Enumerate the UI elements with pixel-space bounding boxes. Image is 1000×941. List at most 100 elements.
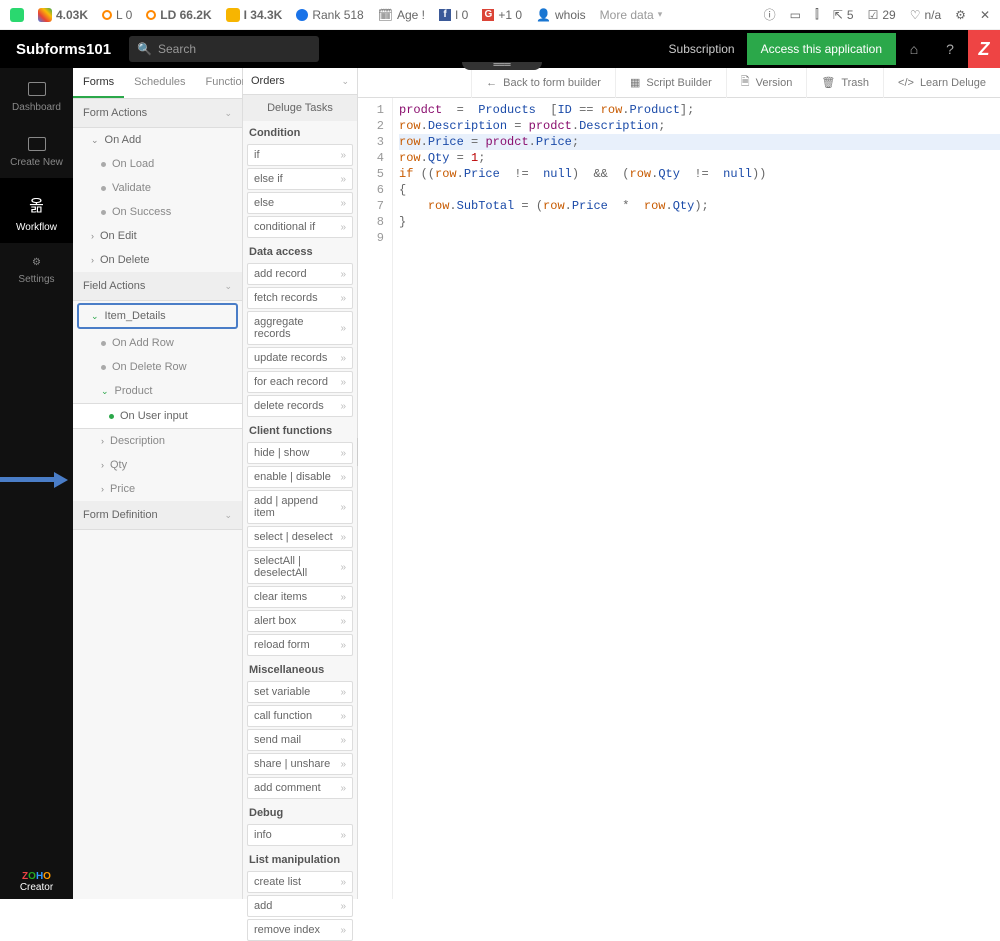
task-share-unshare[interactable]: share | unshare»	[247, 753, 353, 775]
dot-icon	[101, 365, 106, 370]
task-add[interactable]: add»	[247, 895, 353, 917]
task-conditional-if[interactable]: conditional if»	[247, 216, 353, 238]
task-add-record[interactable]: add record»	[247, 263, 353, 285]
task-selectAll-deselectAll[interactable]: selectAll | deselectAll»	[247, 550, 353, 584]
stats-icon[interactable]: ⫿	[815, 7, 819, 22]
trash-button[interactable]: 🗑Trash	[806, 68, 883, 98]
description-field[interactable]: ›Description	[73, 429, 242, 453]
task-select-deselect[interactable]: select | deselect»	[247, 526, 353, 548]
on-edit[interactable]: ›On Edit	[73, 224, 242, 248]
nav-settings[interactable]: ⚙Settings	[0, 243, 73, 295]
task-add-comment[interactable]: add comment»	[247, 777, 353, 799]
drag-icon: »	[340, 901, 346, 912]
search-input[interactable]: 🔍Search	[129, 36, 319, 62]
task-set-variable[interactable]: set variable»	[247, 681, 353, 703]
task-else-if[interactable]: else if»	[247, 168, 353, 190]
task-aggregate-records[interactable]: aggregate records»	[247, 311, 353, 345]
chevron-down-icon: ⌄	[224, 281, 232, 292]
code-editor[interactable]: 123456789 prodct = Products [ID == row.P…	[358, 98, 1000, 899]
on-user-input[interactable]: On User input	[73, 403, 242, 429]
task-clear-items[interactable]: clear items»	[247, 586, 353, 608]
tab-schedules[interactable]: Schedules	[124, 68, 195, 98]
task-reload-form[interactable]: reload form»	[247, 634, 353, 656]
validate[interactable]: Validate	[73, 176, 242, 200]
help-icon[interactable]: ?	[932, 41, 968, 57]
code-line[interactable]: row.Price = prodct.Price;	[399, 134, 1000, 150]
on-add-row[interactable]: On Add Row	[73, 331, 242, 355]
drag-icon: »	[340, 174, 346, 185]
product[interactable]: ⌄Product	[73, 379, 242, 403]
chevron-right-icon: ›	[101, 436, 104, 446]
script-builder-button[interactable]: ▦Script Builder	[615, 68, 726, 98]
orders-crumb[interactable]: Orders	[251, 75, 285, 87]
drag-icon: »	[340, 759, 346, 770]
zoho-creator-logo: ZOHO Creator	[0, 871, 73, 893]
on-add[interactable]: ⌄On Add	[73, 128, 242, 152]
task-remove-index[interactable]: remove index»	[247, 919, 353, 941]
chevron-down-icon[interactable]: ⌄	[341, 76, 349, 87]
code-line[interactable]: if ((row.Price != null) && (row.Qty != n…	[399, 166, 1000, 182]
nav-dashboard[interactable]: Dashboard	[0, 68, 73, 123]
task-if[interactable]: if»	[247, 144, 353, 166]
main-area: ←Back to form builder ▦Script Builder 🗎V…	[358, 68, 1000, 899]
on-load[interactable]: On Load	[73, 152, 242, 176]
code-line[interactable]: row.Description = prodct.Description;	[399, 118, 1000, 134]
more-data-link[interactable]: More data	[600, 8, 654, 22]
diag-icon[interactable]: ▭	[790, 8, 801, 22]
tab-forms[interactable]: Forms	[73, 68, 124, 98]
close-ext-icon[interactable]: ✕	[980, 8, 990, 22]
drag-icon: »	[340, 401, 346, 412]
drag-icon: »	[340, 502, 346, 513]
on-success[interactable]: On Success	[73, 200, 242, 224]
gear-icon[interactable]: ⚙	[955, 8, 966, 22]
code-line[interactable]: row.SubTotal = (row.Price * row.Qty);	[399, 198, 1000, 214]
cat-debug: Debug	[243, 801, 357, 822]
back-button[interactable]: ←Back to form builder	[471, 68, 615, 98]
zoho-logo-icon[interactable]: Z	[968, 30, 1000, 68]
drag-icon: »	[340, 150, 346, 161]
item-details[interactable]: ⌄Item_Details	[77, 303, 238, 329]
nav-workflow[interactable]: 옮Workflow	[0, 178, 73, 243]
home-icon[interactable]: ⌂	[896, 41, 932, 57]
form-definition-header[interactable]: Form Definition⌄	[73, 501, 242, 530]
task-call-function[interactable]: call function»	[247, 705, 353, 727]
nav-create-new[interactable]: Create New	[0, 123, 73, 178]
task-hide-show[interactable]: hide | show»	[247, 442, 353, 464]
task-info[interactable]: info»	[247, 824, 353, 846]
qty-field[interactable]: ›Qty	[73, 453, 242, 477]
price-field[interactable]: ›Price	[73, 477, 242, 501]
info-icon[interactable]: ⓘ	[764, 6, 776, 23]
version-button[interactable]: 🗎Version	[726, 68, 807, 98]
create-icon	[28, 137, 46, 151]
drawer-handle[interactable]: ═══	[462, 62, 542, 70]
code-line[interactable]: row.Qty = 1;	[399, 150, 1000, 166]
learn-deluge-button[interactable]: </>Learn Deluge	[883, 68, 1000, 98]
task-send-mail[interactable]: send mail»	[247, 729, 353, 751]
code-lines[interactable]: prodct = Products [ID == row.Product];ro…	[393, 98, 1000, 899]
code-line[interactable]: }	[399, 214, 1000, 230]
gutter: 123456789	[358, 98, 393, 899]
access-button[interactable]: Access this application	[747, 33, 896, 65]
alexa-icon	[296, 9, 308, 21]
task-for-each-record[interactable]: for each record»	[247, 371, 353, 393]
subscription-link[interactable]: Subscription	[669, 42, 735, 56]
on-delete[interactable]: ›On Delete	[73, 248, 242, 272]
code-line[interactable]: prodct = Products [ID == row.Product];	[399, 102, 1000, 118]
code-line[interactable]	[399, 230, 1000, 246]
task-fetch-records[interactable]: fetch records»	[247, 287, 353, 309]
task-else[interactable]: else»	[247, 192, 353, 214]
drag-icon: »	[340, 783, 346, 794]
task-delete-records[interactable]: delete records»	[247, 395, 353, 417]
field-actions-header[interactable]: Field Actions⌄	[73, 272, 242, 301]
task-add-append-item[interactable]: add | append item»	[247, 490, 353, 524]
chevron-right-icon: ›	[91, 255, 94, 265]
task-enable-disable[interactable]: enable | disable»	[247, 466, 353, 488]
form-actions-header[interactable]: Form Actions⌄	[73, 99, 242, 128]
on-delete-row[interactable]: On Delete Row	[73, 355, 242, 379]
code-line[interactable]: {	[399, 182, 1000, 198]
task-create-list[interactable]: create list»	[247, 871, 353, 893]
task-alert-box[interactable]: alert box»	[247, 610, 353, 632]
drag-icon: »	[340, 198, 346, 209]
task-update-records[interactable]: update records»	[247, 347, 353, 369]
drag-icon: »	[340, 877, 346, 888]
